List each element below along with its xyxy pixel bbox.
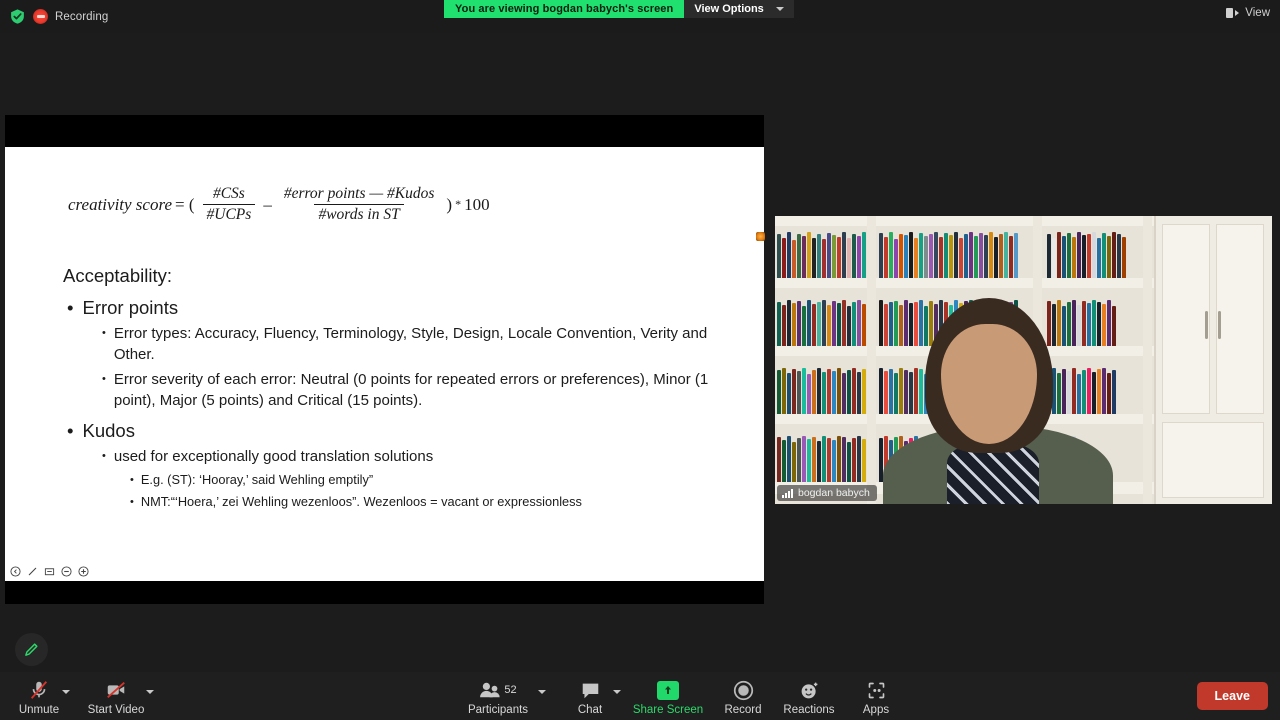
start-video-button[interactable]: Start Video — [79, 679, 153, 716]
audio-options-chevron-icon[interactable] — [62, 690, 70, 694]
back-arrow-icon[interactable] — [10, 566, 21, 577]
bullet-marker: • — [67, 420, 73, 442]
meeting-toolbar: Unmute Start Video — [0, 672, 1280, 720]
slide-annotation-toolbar[interactable] — [10, 566, 89, 577]
formula-equals: = ( — [175, 195, 195, 215]
bullet-marker: • — [130, 471, 134, 489]
formula-multiplier: 100 — [464, 195, 490, 215]
view-button-label: View — [1245, 7, 1270, 19]
participants-count: 52 — [504, 684, 516, 696]
shield-check-icon[interactable] — [9, 8, 26, 25]
participants-button[interactable]: 52 Participants — [461, 679, 535, 716]
pen-icon[interactable] — [27, 566, 38, 577]
view-options-label: View Options — [694, 3, 763, 15]
reactions-smiley-icon — [799, 679, 820, 701]
video-camera-off-icon — [104, 679, 128, 701]
bullet-item: • Error severity of each error: Neutral … — [63, 370, 723, 411]
cabinet — [1154, 216, 1272, 504]
record-label: Record — [724, 704, 761, 716]
recording-label: Recording — [55, 11, 108, 23]
slide-heading: Acceptability: — [63, 265, 723, 287]
presentation-slide: creativity score = ( #CSs #UCPs – #error… — [5, 147, 764, 581]
participants-label: Participants — [468, 704, 528, 716]
recording-indicator-icon[interactable] — [33, 9, 48, 24]
view-options-button[interactable]: View Options — [684, 0, 793, 18]
bullet-text: Error severity of each error: Neutral (0… — [114, 370, 723, 411]
bullet-text: Error points — [82, 297, 178, 319]
bullet-text: NMT:“‘Hoera,’ zei Wehling wezenloos”. We… — [141, 493, 582, 511]
screenshot-icon[interactable] — [44, 566, 55, 577]
start-video-label: Start Video — [88, 704, 145, 716]
formula-frac1-denominator: #UCPs — [203, 204, 256, 224]
participant-name-label: bogdan babych — [798, 487, 870, 499]
bullet-item: • used for exceptionally good translatio… — [63, 447, 723, 468]
bullet-item: • E.g. (ST): ‘Hooray,’ said Wehling empt… — [63, 471, 723, 489]
bullet-item: • Error points — [63, 297, 723, 319]
formula-frac2-denominator: #words in ST — [314, 204, 403, 224]
bullet-marker: • — [102, 324, 106, 365]
bullet-marker: • — [130, 493, 134, 511]
video-options-chevron-icon[interactable] — [146, 690, 154, 694]
chat-chevron-icon[interactable] — [613, 690, 621, 694]
bullet-text: Error types: Accuracy, Fluency, Terminol… — [114, 324, 723, 365]
bullet-item: • Error types: Accuracy, Fluency, Termin… — [63, 324, 723, 365]
participant-video-tile[interactable]: bogdan babych — [775, 216, 1272, 504]
recording-indicator-group: Recording — [9, 8, 108, 25]
annotate-floating-button[interactable] — [15, 633, 48, 666]
formula-lhs: creativity score — [68, 195, 172, 215]
share-screen-button[interactable]: Share Screen — [631, 679, 705, 716]
layout-grid-icon — [1226, 8, 1239, 18]
pencil-icon — [23, 641, 40, 658]
formula-star: * — [455, 197, 461, 212]
zoom-meeting-window: Recording You are viewing bogdan babych'… — [0, 0, 1280, 720]
apps-bracket-icon — [866, 679, 887, 701]
share-screen-icon — [657, 679, 679, 701]
chat-button[interactable]: Chat — [553, 679, 627, 716]
formula-frac2-numerator: #error points — #Kudos — [280, 185, 439, 204]
chevron-down-icon — [776, 7, 784, 11]
bullet-item: • Kudos — [63, 420, 723, 442]
bullet-text: used for exceptionally good translation … — [114, 447, 433, 468]
leave-button[interactable]: Leave — [1197, 682, 1268, 710]
chat-bubble-icon — [580, 679, 601, 701]
view-layout-button[interactable]: View — [1226, 7, 1270, 19]
reactions-button[interactable]: Reactions — [772, 679, 846, 716]
participants-chevron-icon[interactable] — [538, 690, 546, 694]
share-screen-label: Share Screen — [633, 704, 703, 716]
bullet-marker: • — [102, 370, 106, 411]
participants-icon: 52 — [479, 679, 516, 701]
bullet-text: Kudos — [82, 420, 134, 442]
shared-screen-area[interactable]: creativity score = ( #CSs #UCPs – #error… — [5, 115, 764, 604]
formula-fraction-1: #CSs #UCPs — [203, 185, 256, 224]
unmute-button[interactable]: Unmute — [2, 679, 76, 716]
bullet-marker: • — [67, 297, 73, 319]
viewing-banner-group: You are viewing bogdan babych's screen V… — [444, 0, 794, 18]
microphone-muted-icon — [28, 679, 50, 701]
participant-name-tag: bogdan babych — [777, 485, 877, 501]
apps-label: Apps — [863, 704, 889, 716]
record-circle-icon — [733, 679, 754, 701]
formula-fraction-2: #error points — #Kudos #words in ST — [280, 185, 439, 224]
viewing-screen-banner: You are viewing bogdan babych's screen — [444, 0, 684, 18]
bullet-text: E.g. (ST): ‘Hooray,’ said Wehling emptil… — [141, 471, 373, 489]
remote-cursor-marker — [756, 232, 765, 241]
record-button[interactable]: Record — [706, 679, 780, 716]
plus-circle-icon[interactable] — [78, 566, 89, 577]
minus-circle-icon[interactable] — [61, 566, 72, 577]
unmute-label: Unmute — [19, 704, 59, 716]
apps-button[interactable]: Apps — [839, 679, 913, 716]
bullet-item: • NMT:“‘Hoera,’ zei Wehling wezenloos”. … — [63, 493, 723, 511]
chat-label: Chat — [578, 704, 602, 716]
formula-frac1-numerator: #CSs — [209, 185, 249, 204]
top-bar: Recording You are viewing bogdan babych'… — [0, 0, 1280, 33]
reactions-label: Reactions — [783, 704, 834, 716]
creativity-score-formula: creativity score = ( #CSs #UCPs – #error… — [68, 185, 493, 224]
audio-level-bars-icon — [782, 489, 793, 498]
bullet-marker: • — [102, 447, 106, 468]
formula-minus: – — [263, 195, 272, 215]
formula-close-paren: ) — [446, 195, 452, 215]
slide-body: Acceptability: • Error points • Error ty… — [63, 265, 723, 511]
